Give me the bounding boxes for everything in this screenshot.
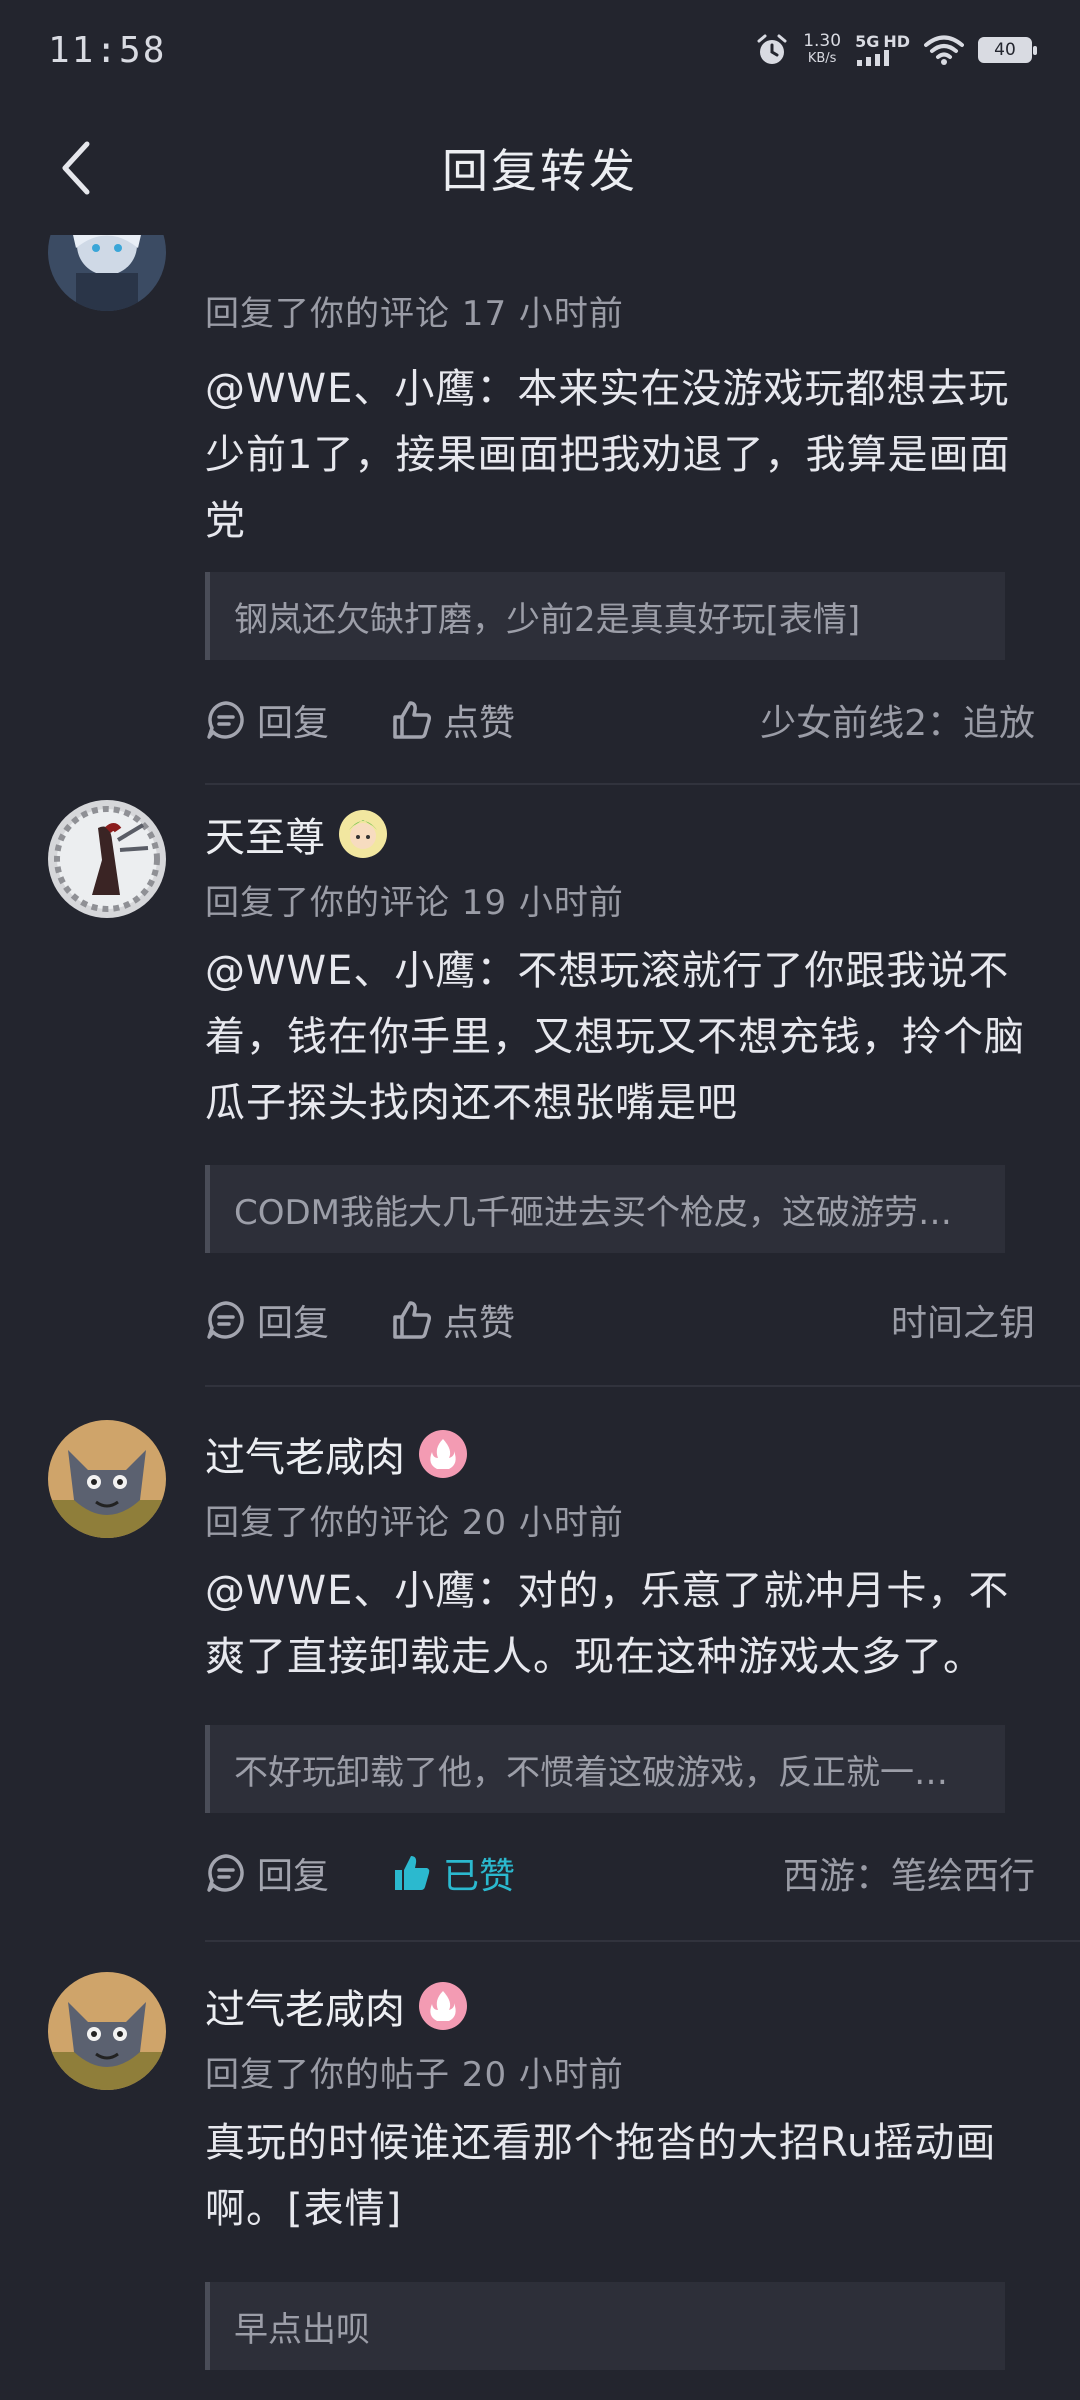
reply-feed[interactable]: 回复了你的评论 17 小时前 @WWE、小鹰：本来实在没游戏玩都想去玩少前1了，…: [0, 235, 1080, 2400]
quoted-comment[interactable]: 不好玩卸载了他，不惯着这破游戏，反正就一…: [205, 1725, 1005, 1813]
user-badge: [419, 1982, 467, 2030]
comment-card: 天至尊 回复了你的评论 19 小时前 @WWE、小鹰：不想玩滚就行了你跟我说不着…: [0, 785, 1080, 1405]
comment-card: 回复了你的评论 17 小时前 @WWE、小鹰：本来实在没游戏玩都想去玩少前1了，…: [0, 235, 1080, 785]
status-time: 11:58: [48, 29, 167, 71]
user-badge: [419, 1430, 467, 1478]
like-label: 点赞: [443, 1303, 516, 1344]
username[interactable]: 过气老咸肉: [205, 1977, 405, 2035]
thumbs-up-icon: [393, 1301, 432, 1339]
user-info: 过气老咸肉: [205, 1977, 467, 2035]
reply-label: 回复: [257, 703, 330, 744]
avatar[interactable]: [48, 1972, 166, 2090]
like-button[interactable]: 点赞: [391, 1294, 515, 1346]
character-badge-icon: [349, 820, 377, 849]
reply-label: 回复: [257, 1303, 330, 1344]
chevron-left-icon: [62, 141, 90, 195]
status-icons: 1.30 KB/s 5G HD 40: [755, 32, 1037, 68]
status-bar: 11:58 1.30 KB/s 5G HD 40: [0, 0, 1080, 100]
reply-button[interactable]: 回复: [205, 1294, 329, 1346]
avatar[interactable]: [48, 1420, 166, 1538]
source-game-link[interactable]: 少女前线2：追放: [760, 694, 1035, 746]
comment-icon: [207, 701, 244, 739]
user-info: 过气老咸肉: [205, 1425, 467, 1483]
network-speed: 1.30 KB/s: [803, 32, 841, 68]
username[interactable]: 过气老咸肉: [205, 1425, 405, 1483]
quoted-comment[interactable]: 钢岚还欠缺打磨，少前2是真真好玩[表情]: [205, 572, 1005, 660]
comment-meta: 回复了你的评论 20 小时前: [205, 1503, 624, 1543]
signal-icon: [857, 50, 890, 66]
thumbs-up-filled-icon: [395, 1856, 430, 1890]
comment-body[interactable]: @WWE、小鹰：对的，乐意了就冲月卡，不爽了直接卸载走人。现在这种游戏太多了。: [205, 1558, 1035, 1690]
top-bar: 回复转发: [0, 100, 1080, 235]
comment-body[interactable]: @WWE、小鹰：本来实在没游戏玩都想去玩少前1了，接果画面把我劝退了，我算是画面…: [205, 356, 1035, 554]
net-speed-value: 1.30: [803, 31, 842, 51]
source-game-link[interactable]: 西游：笔绘西行: [783, 1847, 1035, 1899]
network-hd-label: HD: [883, 32, 910, 51]
comment-icon: [207, 1301, 244, 1339]
like-button[interactable]: 点赞: [391, 694, 515, 746]
flame-badge-icon: [430, 1439, 456, 1469]
comment-meta: 回复了你的评论 19 小时前: [205, 883, 624, 923]
like-label: 点赞: [443, 703, 516, 744]
divider: [205, 1940, 1080, 1942]
comment-card: 过气老咸肉 回复了你的帖子 20 小时前 真玩的时候谁还看那个拖沓的大招Ru摇动…: [0, 1957, 1080, 2400]
avatar[interactable]: [48, 800, 166, 918]
network-type: 5G HD: [855, 34, 910, 66]
reply-label: 回复: [257, 1856, 330, 1897]
comment-card: 过气老咸肉 回复了你的评论 20 小时前 @WWE、小鹰：对的，乐意了就冲月卡，…: [0, 1405, 1080, 1960]
action-bar: 回复 点赞 时间之钥: [205, 1290, 1035, 1350]
liked-button[interactable]: 已赞: [391, 1847, 515, 1899]
flame-badge-icon: [430, 1991, 456, 2021]
quoted-post[interactable]: 早点出呗: [205, 2282, 1005, 2370]
network-5g-label: 5G: [855, 32, 880, 51]
reply-button[interactable]: 回复: [205, 1847, 329, 1899]
net-speed-unit: KB/s: [807, 51, 837, 66]
source-game-link[interactable]: 时间之钥: [891, 1294, 1035, 1346]
comment-body[interactable]: @WWE、小鹰：不想玩滚就行了你跟我说不着，钱在你手里，又想玩又不想充钱，拎个脑…: [205, 938, 1035, 1136]
action-bar: 回复 已赞 西游：笔绘西行: [205, 1843, 1035, 1903]
back-button[interactable]: [40, 130, 110, 206]
alarm-icon: [757, 34, 787, 64]
reply-button[interactable]: 回复: [205, 694, 329, 746]
avatar[interactable]: [48, 235, 166, 311]
liked-label: 已赞: [443, 1856, 516, 1897]
user-badge: [339, 810, 387, 858]
comment-icon: [207, 1854, 244, 1892]
username[interactable]: 天至尊: [205, 805, 325, 863]
thumbs-up-icon: [393, 701, 432, 739]
divider: [205, 1385, 1080, 1387]
page-title: 回复转发: [442, 143, 638, 198]
comment-meta: 回复了你的评论 17 小时前: [205, 294, 624, 334]
battery-level: 40: [994, 40, 1016, 60]
user-info: 天至尊: [205, 805, 387, 863]
quoted-comment[interactable]: CODM我能大几千砸进去买个枪皮，这破游劳…: [205, 1165, 1005, 1253]
comment-body[interactable]: 真玩的时候谁还看那个拖沓的大招Ru摇动画啊。[表情]: [205, 2110, 1035, 2242]
action-bar: 回复 点赞 少女前线2：追放: [205, 690, 1035, 750]
battery-indicator: 40: [978, 37, 1037, 63]
wifi-icon: [924, 35, 964, 65]
comment-meta: 回复了你的帖子 20 小时前: [205, 2055, 624, 2095]
